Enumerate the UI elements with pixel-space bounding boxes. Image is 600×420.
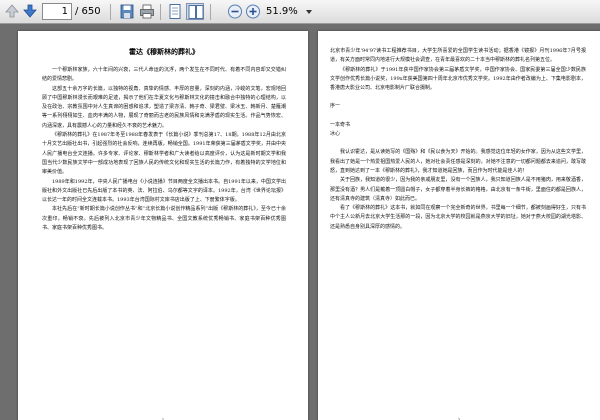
arrow-up-icon [5,4,19,18]
paragraph: 一个穆斯林家族，六十年间的兴衰，三代人命运的沉浮，两个发生在不同时代、有着不同内… [42,67,286,83]
prev-page-button[interactable] [4,3,20,20]
toolbar-divider [210,4,211,20]
paragraph: 关于回族，我知道的很少，因为我的亲戚朋友里，没有一个回族人，我只知道回族人是不用… [330,177,586,202]
zoom-in-button[interactable] [244,3,262,20]
paragraph: 《穆斯林的葬礼》在1987年冬至1988年春发表于《长篇小说》季刊总第17、18… [42,132,286,176]
page-number-input[interactable]: 1 [42,3,72,20]
print-icon [140,4,154,19]
print-button[interactable] [138,3,156,20]
zoom-out-icon [228,4,242,19]
paragraph: 本社先后在“新时期长篇小说创作丛书”和“北京长篇小说创作精品系列”出版《穆斯林的… [42,206,286,232]
page-title: 霍达《穆斯林的葬礼》 [129,47,199,56]
save-icon [120,4,134,19]
paragraph: 《穆斯林的葬礼》于1991年获中国作家协会第三届茅盾文学奖，中国作家协会、国家民… [330,66,586,92]
zoom-in-icon [246,4,260,19]
save-button[interactable] [118,3,136,20]
dropdown-icon [306,10,312,14]
paragraph: 1989年和1992年，中央人民广播电台《小说连播》节目两度全文播出本书。自19… [42,178,286,204]
single-page-view-button[interactable] [166,3,184,20]
two-page-view-button[interactable] [186,3,204,20]
single-page-icon [169,4,181,19]
toolbar-divider [160,4,161,20]
zoom-level[interactable]: 51.9% [266,3,302,20]
author-name: 冰心 [330,131,341,138]
pdf-page-2: 北京市青少年'94'97读书工程推荐书目，大学生所喜爱的全国学生读书活动；据香港… [318,31,600,420]
paragraph: 这部五十余万字的长篇，以独特的视角、真挚的情感、丰厚的容量，深刻的内涵，冷峻的文… [42,85,286,129]
section-heading: 序一 [330,103,341,110]
zoom-dropdown-button[interactable] [303,3,315,20]
total-pages-label: / 650 [75,6,101,17]
toolbar-divider [110,4,111,20]
pdf-page-1: 霍达《穆斯林的葬礼》 一个穆斯林家族，六十年间的兴衰，三代人命运的沉浮，两个发生… [18,31,308,420]
next-page-button[interactable] [22,3,38,20]
paragraph: 北京市青少年'94'97读书工程推荐书目，大学生所喜爱的全国学生读书活动；据香港… [330,48,586,64]
paragraph: 我认识霍达，是从读她写的《国殇》和《民以食为天》开始的。我感觉这位年轻的女作家，… [330,149,586,174]
two-page-icon [188,5,204,19]
sub-heading: 一本奇书 [330,121,351,128]
document-viewport[interactable]: 霍达《穆斯林的葬礼》 一个穆斯林家族，六十年间的兴衰，三代人命运的沉浮，两个发生… [0,24,600,420]
zoom-out-button[interactable] [226,3,244,20]
paragraph: 看了《穆斯林的葬礼》这本书，就如同在观察一个完全新奇的世界，书里每一个细节，都被… [330,205,586,230]
arrow-down-icon [23,4,37,18]
pdf-toolbar: 1 / 650 51.9% [0,0,600,24]
